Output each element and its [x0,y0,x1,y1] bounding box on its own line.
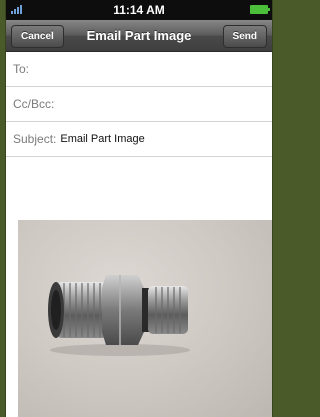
to-field[interactable]: To: [6,52,272,87]
navigation-bar: Cancel Email Part Image Send [6,20,272,52]
subject-input[interactable]: Email Part Image [60,133,144,145]
cc-bcc-label: Cc/Bcc: [13,97,55,111]
message-body[interactable] [6,192,272,417]
cancel-button[interactable]: Cancel [11,25,64,48]
subject-label: Subject: [13,132,57,146]
attached-part-image [18,220,272,417]
nav-title: Email Part Image [86,28,192,43]
subject-field[interactable]: Subject: Email Part Image [6,122,272,157]
hydraulic-fitting-photo [48,275,190,356]
to-label: To: [13,62,30,76]
status-bar: 11:14 AM [6,0,272,20]
battery-icon [250,5,270,14]
phone-screen: 11:14 AM Cancel Email Part Image Send To… [5,0,273,417]
send-button[interactable]: Send [222,25,267,48]
status-time: 11:14 AM [113,3,165,17]
cc-bcc-field[interactable]: Cc/Bcc: [6,87,272,122]
